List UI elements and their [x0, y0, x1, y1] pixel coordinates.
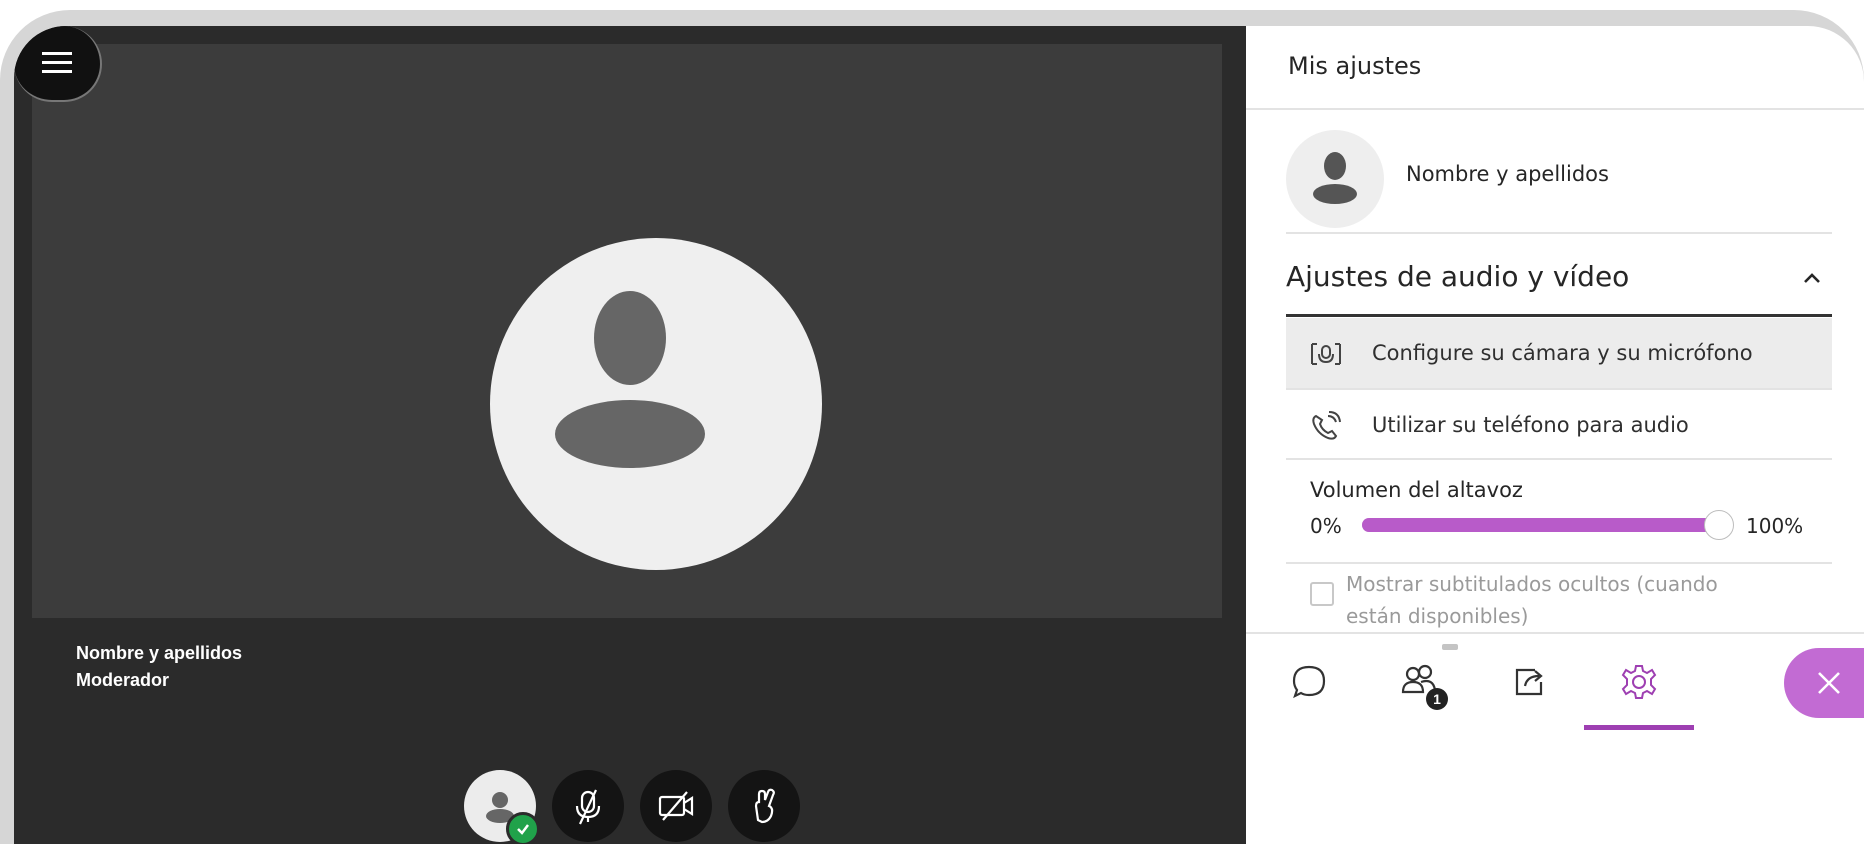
app-frame: Nombre y apellidos Moderador Mis ajustes… [0, 10, 1864, 844]
chat-icon [1292, 665, 1326, 699]
video-stage: Nombre y apellidos Moderador [14, 26, 1246, 844]
participant-avatar [490, 238, 822, 570]
panel-tab-bar: 1 [1246, 632, 1864, 844]
divider [1286, 458, 1832, 460]
raise-hand-button[interactable] [728, 770, 800, 842]
mic-off-icon [575, 789, 601, 825]
divider [1246, 108, 1864, 110]
camera-off-icon [658, 791, 694, 821]
share-content-icon [1515, 668, 1543, 696]
mic-toggle-button[interactable] [552, 770, 624, 842]
participant-role: Moderador [76, 670, 170, 690]
phone-audio-item[interactable]: Utilizar su teléfono para audio [1286, 390, 1832, 462]
attendee-count-badge: 1 [1426, 688, 1448, 710]
tab-share-content[interactable] [1474, 634, 1584, 730]
hamburger-icon [42, 52, 72, 73]
divider [1286, 562, 1832, 564]
raise-hand-icon [754, 788, 775, 824]
participant-caption: Nombre y apellidos Moderador [76, 640, 242, 694]
captions-checkbox[interactable] [1310, 582, 1334, 606]
volume-min-label: 0% [1310, 514, 1342, 538]
tab-attendees[interactable]: 1 [1364, 634, 1474, 730]
person-icon [555, 291, 705, 468]
settings-panel: Mis ajustes Nombre y apellidos Ajustes d… [1246, 26, 1864, 844]
close-icon [1818, 672, 1840, 694]
tab-settings[interactable] [1584, 634, 1694, 730]
divider [1286, 232, 1832, 234]
audio-video-section-toggle[interactable]: Ajustes de audio y vídeo [1286, 252, 1832, 318]
person-icon [1313, 152, 1357, 204]
my-status-button[interactable] [464, 770, 540, 844]
volume-fill [1362, 518, 1718, 532]
camera-mic-icon [1311, 343, 1341, 365]
phone-audio-icon [1312, 411, 1341, 440]
profile-avatar[interactable] [1286, 130, 1384, 228]
volume-slider[interactable] [1362, 510, 1734, 540]
menu-button[interactable] [14, 26, 102, 102]
chevron-up-icon [1804, 273, 1820, 283]
participant-name: Nombre y apellidos [76, 643, 243, 663]
volume-label: Volumen del altavoz [1310, 478, 1523, 502]
volume-max-label: 100% [1746, 514, 1804, 538]
section-title: Ajustes de audio y vídeo [1286, 260, 1630, 293]
close-panel-button[interactable] [1784, 648, 1864, 718]
panel-title: Mis ajustes [1288, 52, 1422, 80]
camera-mic-setup-label: Configure su cámara y su micrófono [1372, 341, 1753, 365]
tab-chat[interactable] [1254, 634, 1364, 730]
volume-slider-thumb[interactable] [1704, 510, 1734, 540]
profile-name: Nombre y apellidos [1406, 162, 1609, 186]
gear-icon [1621, 665, 1657, 699]
status-check-icon [506, 812, 540, 844]
captions-label: Mostrar subtitulados ocultos (cuando est… [1346, 572, 1718, 628]
video-tile [32, 44, 1222, 618]
camera-toggle-button[interactable] [640, 770, 712, 842]
section-underline [1286, 314, 1832, 317]
phone-audio-label: Utilizar su teléfono para audio [1372, 413, 1689, 437]
camera-mic-setup-item[interactable]: Configure su cámara y su micrófono [1286, 318, 1832, 390]
session-controls [464, 770, 800, 844]
